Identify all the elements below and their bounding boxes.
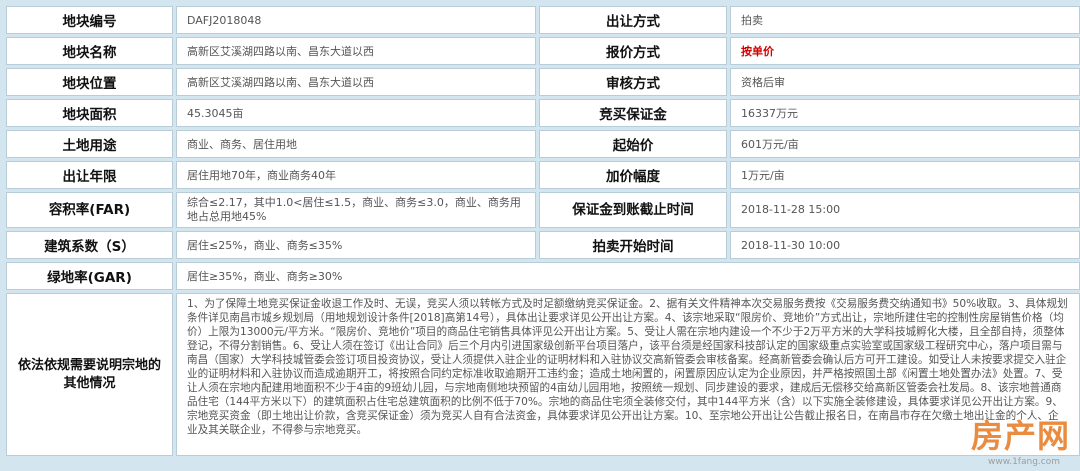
value-review-method: 资格后审 xyxy=(730,68,1080,96)
label-quote-method: 报价方式 xyxy=(539,37,727,65)
label-land-use: 土地用途 xyxy=(6,130,173,158)
table-row: 容积率(FAR) 综合≤2.17，其中1.0<居住≤1.5，商业、商务≤3.0，… xyxy=(6,192,1080,228)
label-bid-deposit: 竞买保证金 xyxy=(539,99,727,127)
label-parcel-location: 地块位置 xyxy=(6,68,173,96)
value-land-use: 商业、商务、居住用地 xyxy=(176,130,536,158)
value-lease-term: 居住用地70年，商业商务40年 xyxy=(176,161,536,189)
table-row: 出让年限 居住用地70年，商业商务40年 加价幅度 1万元/亩 xyxy=(6,161,1080,189)
watermark-url: www.1fang.com xyxy=(987,457,1060,467)
watermark-logo: 房产网 xyxy=(970,417,1070,455)
label-auction-start-time: 拍卖开始时间 xyxy=(539,231,727,259)
label-parcel-area: 地块面积 xyxy=(6,99,173,127)
table-row: 地块面积 45.3045亩 竞买保证金 16337万元 xyxy=(6,99,1080,127)
value-other-conditions: 1、为了保障土地竞买保证金收退工作及时、无误，竞买人须以转帐方式及时足额缴纳竞买… xyxy=(176,293,1080,456)
table-row: 地块名称 高新区艾溪湖四路以南、昌东大道以西 报价方式 按单价 xyxy=(6,37,1080,65)
table-row: 绿地率(GAR) 居住≥35%，商业、商务≥30% xyxy=(6,262,1080,290)
value-transfer-method: 拍卖 xyxy=(730,6,1080,34)
page-background: 地块编号 DAFJ2018048 出让方式 拍卖 地块名称 高新区艾溪湖四路以南… xyxy=(0,0,1080,471)
land-info-table: 地块编号 DAFJ2018048 出让方式 拍卖 地块名称 高新区艾溪湖四路以南… xyxy=(3,3,1080,459)
value-quote-method: 按单价 xyxy=(730,37,1080,65)
value-parcel-number: DAFJ2018048 xyxy=(176,6,536,34)
value-bid-deposit: 16337万元 xyxy=(730,99,1080,127)
value-starting-price: 601万元/亩 xyxy=(730,130,1080,158)
value-far: 综合≤2.17，其中1.0<居住≤1.5，商业、商务≤3.0，商业、商务用地占总… xyxy=(176,192,536,228)
value-parcel-area: 45.3045亩 xyxy=(176,99,536,127)
label-deposit-deadline: 保证金到账截止时间 xyxy=(539,192,727,228)
label-review-method: 审核方式 xyxy=(539,68,727,96)
table-row: 依法依规需要说明宗地的其他情况 1、为了保障土地竞买保证金收退工作及时、无误，竞… xyxy=(6,293,1080,456)
label-parcel-number: 地块编号 xyxy=(6,6,173,34)
value-auction-start-time: 2018-11-30 10:00 xyxy=(730,231,1080,259)
label-other-conditions: 依法依规需要说明宗地的其他情况 xyxy=(6,293,173,456)
label-building-coefficient: 建筑系数（S） xyxy=(6,231,173,259)
label-bid-increment: 加价幅度 xyxy=(539,161,727,189)
label-green-ratio: 绿地率(GAR) xyxy=(6,262,173,290)
value-building-coefficient: 居住≤25%，商业、商务≤35% xyxy=(176,231,536,259)
label-lease-term: 出让年限 xyxy=(6,161,173,189)
table-row: 地块位置 高新区艾溪湖四路以南、昌东大道以西 审核方式 资格后审 xyxy=(6,68,1080,96)
label-transfer-method: 出让方式 xyxy=(539,6,727,34)
value-parcel-location: 高新区艾溪湖四路以南、昌东大道以西 xyxy=(176,68,536,96)
table-row: 建筑系数（S） 居住≤25%，商业、商务≤35% 拍卖开始时间 2018-11-… xyxy=(6,231,1080,259)
value-parcel-name: 高新区艾溪湖四路以南、昌东大道以西 xyxy=(176,37,536,65)
value-bid-increment: 1万元/亩 xyxy=(730,161,1080,189)
value-deposit-deadline: 2018-11-28 15:00 xyxy=(730,192,1080,228)
table-row: 地块编号 DAFJ2018048 出让方式 拍卖 xyxy=(6,6,1080,34)
table-row: 土地用途 商业、商务、居住用地 起始价 601万元/亩 xyxy=(6,130,1080,158)
label-parcel-name: 地块名称 xyxy=(6,37,173,65)
label-starting-price: 起始价 xyxy=(539,130,727,158)
label-far: 容积率(FAR) xyxy=(6,192,173,228)
value-green-ratio: 居住≥35%，商业、商务≥30% xyxy=(176,262,1080,290)
